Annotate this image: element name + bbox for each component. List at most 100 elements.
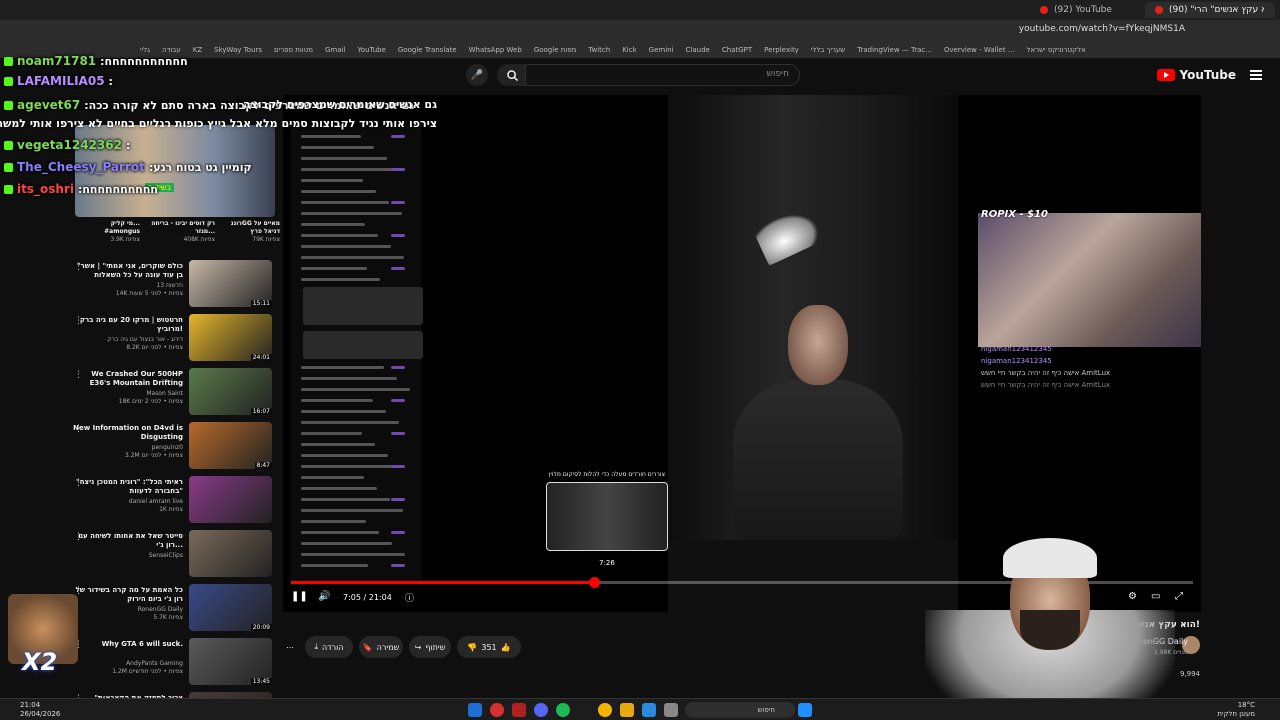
spotify-icon[interactable] [556,703,570,717]
stream-message-1: גם אנשים שאומרים שמצרפים לקבוצה [243,98,437,111]
reco-meta: 1K צפיות [159,506,183,513]
reco-top-item-1[interactable]: רוננGG מאיים על דניאל פרץ 79K צפיות [225,220,280,243]
taskbar-weather[interactable]: 18°C מעונן חלקית [1217,701,1255,719]
fullscreen-icon[interactable]: ⤢ [1175,591,1183,602]
like-icon[interactable]: 👍 [501,643,511,652]
phone-chat-line [301,520,366,523]
app-icon[interactable] [512,703,526,717]
address-bar[interactable]: youtube.com/watch?v=fYkeqjNMS1A [0,20,1280,42]
seek-preview-time: 7:26 [599,559,615,567]
search-input[interactable]: חיפוש [525,64,800,86]
bookmark-item[interactable]: Kick [622,46,636,54]
tab-current-video[interactable]: (90) "הוא עקץ אנשים" הרי... [1145,2,1275,18]
menu-icon[interactable] [1250,70,1262,80]
stream-message-2: צירפו אותי נגיד לקבוצות סמים מלא אבל גיי… [0,117,437,130]
taskbar-search[interactable]: חיפוש [685,702,795,718]
phone-chat-line [301,234,378,237]
phone-chat-line [301,278,380,281]
phone-chat-line [301,509,403,512]
bookmark-item[interactable]: Gemini [649,46,674,54]
reco-item[interactable]: סייטר שאל את אחותו לשיחה עם רון ג'י... Se… [70,530,280,580]
reco-top-item-3[interactable]: מי קליק... #amongus 3.9K צפיות [85,220,140,243]
folder-icon[interactable] [620,703,634,717]
chat-username: agevet67 [17,98,81,112]
kick-badge-icon [4,140,13,150]
phone-chat-line [301,212,402,215]
reco-item[interactable]: 15:11 "כולם שוקרים, אני אמתי" | אשר בן עו… [70,260,280,310]
app-icon[interactable] [468,703,482,717]
reco-item[interactable]: "ראיתי הכל": "רונית המטכן ניצח בחבורה לד… [70,476,280,526]
reco-top-item-2[interactable]: רק דוסים יבינו - בריחה מגזר... 408K צפיו… [150,220,215,243]
like-count: 351 [481,642,497,652]
search-button[interactable] [497,64,527,86]
overlay-chat-line: nigaman123412345 [981,345,1052,353]
pause-icon[interactable]: ❚❚ [291,591,308,602]
reco-channel: חדשות 13 [156,282,183,289]
taskbar-clock[interactable]: 21:04 26/04/2026 [20,701,60,719]
chat-message: :חחחחחחחחחחח [100,54,188,68]
app-icon[interactable] [490,703,504,717]
more-options-icon[interactable]: ⋮ [74,478,83,488]
discord-icon[interactable] [534,703,548,717]
more-options-icon[interactable]: ⋮ [74,370,83,380]
reco-top-title: רוננGG מאיים על דניאל פרץ [230,220,280,235]
reco-item[interactable]: 13:45 Why GTA 6 will suck. AndyPants Gamin… [70,638,280,688]
reco-title: Why GTA 6 will suck. [101,640,183,648]
reco-meta: 8.2K צפיות • לפני יום [126,344,183,351]
tab-youtube[interactable]: (92) YouTube [1030,2,1140,18]
phone-chat-badge [391,465,405,468]
save-button[interactable]: 🔖 שמירה [359,636,403,658]
info-icon[interactable]: ⓘ [405,591,414,604]
kick-badge-icon [4,100,13,110]
like-dislike-group[interactable]: 👎 351 👍 [457,636,521,658]
phone-chat-badge [391,432,405,435]
reco-duration: 13:45 [250,678,272,685]
phone-chat-line [301,377,397,380]
bookmark-item[interactable]: Perplexity [764,46,799,54]
reco-thumbnail[interactable] [189,476,272,523]
bookmark-item[interactable]: Overview - Wallet ... [944,46,1015,54]
tab-label: (90) "הוא עקץ אנשים" הרי... [1169,5,1264,15]
share-icon: ↪ [414,642,422,652]
more-options-icon[interactable]: ⋮ [74,262,83,272]
reco-meta: 1.2M צפיות • לפני חודשיים [112,668,183,675]
video-actions: ⋯ ⤓ הורדה 🔖 שמירה ↪ שיתוף 👎 351 👍 [283,636,523,658]
voice-search-button[interactable]: 🎤 [466,64,488,86]
reco-channel: AndyPants Gaming [126,660,183,667]
chat-message: : [108,74,113,88]
reco-item[interactable]: 8:47 New Information on D4vd is Disgustin… [70,422,280,472]
download-button[interactable]: ⤓ הורדה [305,636,353,658]
bookmark-item[interactable]: WhatsApp Web [469,46,522,54]
seek-preview-thumbnail [546,482,668,551]
chrome-icon[interactable] [598,703,612,717]
phone-chat-line [301,465,401,468]
bookmark-item[interactable]: שעריך בללי [811,46,845,54]
reco-thumbnail[interactable] [189,530,272,577]
more-options-icon[interactable]: ⋮ [74,316,83,326]
bookmark-item[interactable]: Google מפות [534,46,577,54]
more-actions-button[interactable]: ⋯ [283,636,297,658]
reco-item[interactable]: 24:01 חרטטוש | מרקו 20 עם גיה ברק מרוביץ!… [70,314,280,364]
mic-icon: 🎤 [470,69,484,81]
dislike-icon[interactable]: 👎 [467,643,477,652]
bookmark-item[interactable]: ChatGPT [722,46,752,54]
reco-item[interactable]: 20:09 כל האמת על מה קרה בשידור של רון ג'י… [70,584,280,634]
bookmark-item[interactable]: Claude [686,46,710,54]
bookmark-item[interactable]: TradingView — Trac... [857,46,932,54]
more-options-icon[interactable]: ⋮ [74,424,83,434]
windows-start-icon[interactable] [798,703,812,717]
bookmark-item[interactable]: אלקטרוניקס ישראל [1026,46,1085,54]
reco-duration: 15:11 [250,300,272,307]
progress-scrubber[interactable] [588,577,600,588]
chat-message: :קומיין גט בטוח רגע [148,160,252,174]
bookmark-item[interactable]: Twitch [588,46,610,54]
time-display: 7:05 / 21:04 [343,593,392,602]
volume-icon[interactable]: 🔊 [318,591,330,602]
youtube-logo[interactable]: YouTube [1157,68,1236,82]
taskbar-search-label: חיפוש [757,706,775,714]
app-icon[interactable] [664,703,678,717]
app-icon[interactable] [642,703,656,717]
more-options-icon[interactable]: ⋮ [74,532,83,542]
share-button[interactable]: ↪ שיתוף [409,636,451,658]
reco-item[interactable]: 16:07 We Crashed Our 500HP E36's Mountain… [70,368,280,418]
